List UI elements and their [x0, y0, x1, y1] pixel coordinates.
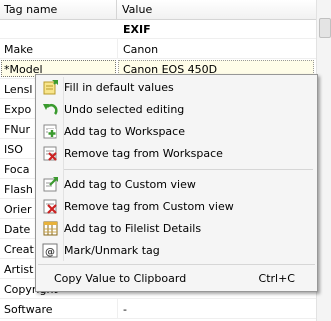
menu-separator — [64, 169, 313, 170]
menu-item-copy-value-to-clipboard[interactable]: Copy Value to Clipboard Ctrl+C — [38, 268, 315, 290]
scrollbar-thumb[interactable] — [319, 18, 331, 38]
menu-item-label: Undo selected editing — [64, 103, 185, 116]
section-row[interactable]: EXIF — [0, 19, 316, 39]
menu-item-add-tag-to-filelist-details[interactable]: Add tag to Filelist Details — [38, 218, 315, 240]
grid-header: Tag name Value — [0, 0, 316, 20]
row-value: - — [123, 303, 127, 316]
mark-tag-icon: @ — [42, 242, 59, 259]
menu-item-label: Fill in default values — [64, 81, 174, 94]
row-divider — [117, 39, 118, 59]
menu-item-label: Mark/Unmark tag — [64, 244, 160, 257]
column-header-tag-name[interactable]: Tag name — [4, 3, 57, 16]
menu-item-label: Add tag to Filelist Details — [64, 222, 202, 235]
undo-icon — [42, 101, 59, 118]
menu-item-label: Remove tag from Workspace — [64, 147, 223, 160]
add-filelist-icon — [42, 220, 59, 237]
menu-item-label: Copy Value to Clipboard — [54, 272, 187, 285]
row-key: Software — [4, 303, 53, 316]
fill-defaults-icon — [42, 79, 59, 96]
add-workspace-icon — [42, 123, 59, 140]
column-header-value[interactable]: Value — [122, 3, 152, 16]
table-row[interactable]: Make Canon — [0, 39, 316, 59]
menu-item-undo-selected-editing[interactable]: Undo selected editing — [38, 99, 315, 121]
menu-item-mark-unmark-tag[interactable]: @ Mark/Unmark tag — [38, 240, 315, 262]
row-key: Make — [4, 43, 33, 56]
row-value: Canon — [123, 43, 159, 56]
table-row[interactable]: Software - — [0, 299, 316, 319]
menu-item-add-tag-to-custom-view[interactable]: Add tag to Custom view — [38, 174, 315, 196]
menu-item-label: Remove tag from Custom view — [64, 200, 234, 213]
column-divider[interactable] — [116, 0, 117, 19]
add-custom-view-icon — [42, 176, 59, 193]
row-divider — [117, 299, 118, 319]
menu-item-shortcut: Ctrl+C — [258, 272, 295, 285]
menu-item-remove-tag-from-workspace[interactable]: Remove tag from Workspace — [38, 143, 315, 165]
menu-item-fill-default-values[interactable]: Fill in default values — [38, 77, 315, 99]
context-menu: Fill in default values Undo selected edi… — [35, 74, 318, 292]
remove-custom-view-icon — [42, 198, 59, 215]
vertical-scrollbar[interactable] — [316, 0, 331, 321]
menu-item-add-tag-to-workspace[interactable]: Add tag to Workspace — [38, 121, 315, 143]
menu-item-label: Add tag to Custom view — [64, 178, 196, 191]
menu-item-remove-tag-from-custom-view[interactable]: Remove tag from Custom view — [38, 196, 315, 218]
section-title: EXIF — [123, 23, 151, 36]
remove-workspace-icon — [42, 145, 59, 162]
menu-item-label: Add tag to Workspace — [64, 125, 185, 138]
svg-text:@: @ — [45, 247, 55, 258]
menu-separator — [38, 264, 315, 265]
